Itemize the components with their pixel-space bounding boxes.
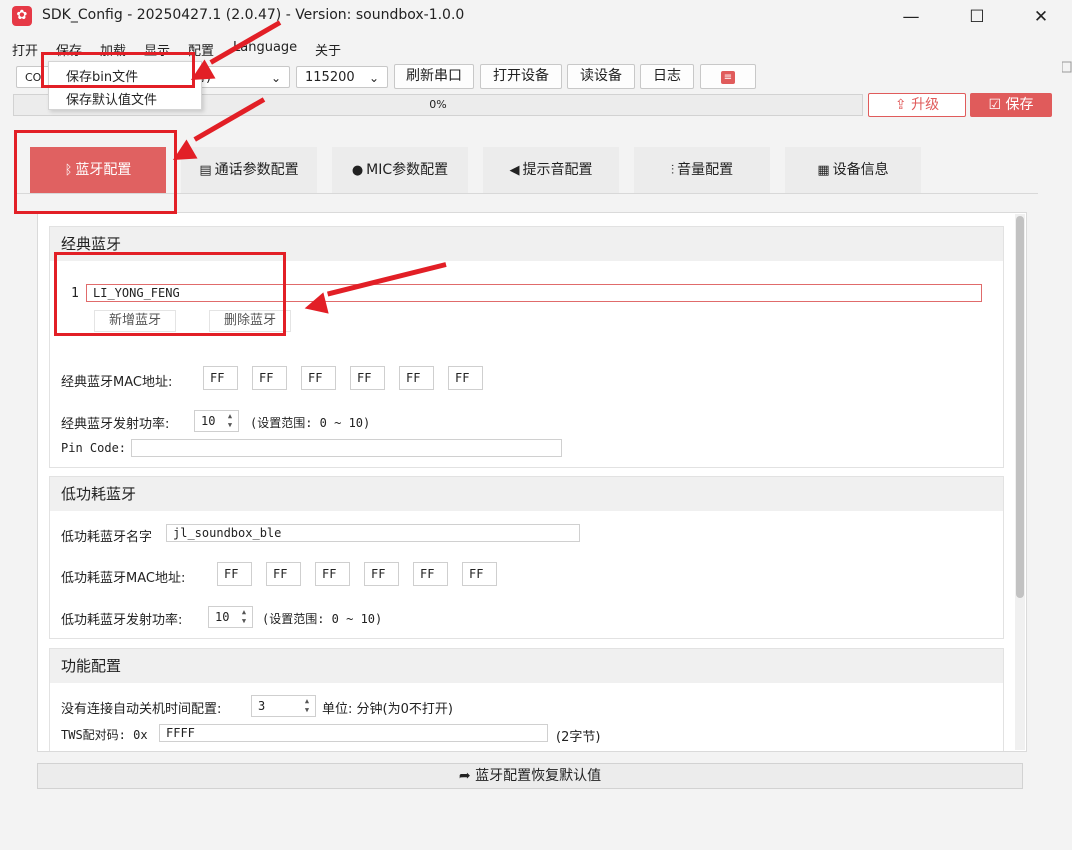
mic-icon: ● [351, 163, 364, 178]
ble-name-label: 低功耗蓝牙名字 [61, 530, 153, 545]
chevron-down-icon: ⌄ [368, 71, 379, 85]
refresh-port-button[interactable]: 刷新串口 [394, 64, 474, 89]
settings-button[interactable]: ≡ [700, 64, 756, 89]
window-title: SDK_Config - 20250427.1 (2.0.47) - Versi… [42, 7, 465, 23]
mac-byte-field[interactable]: FF [301, 366, 336, 390]
read-device-button[interactable]: 读设备 [567, 64, 635, 89]
menu-about[interactable]: 关于 [315, 40, 341, 59]
mac-byte-field[interactable]: FF [462, 562, 497, 586]
checkbox-icon: ☑ [988, 97, 1002, 113]
annotation-box-bt-name [54, 252, 286, 336]
auto-off-unit: 单位: 分钟(为0不打开) [322, 702, 453, 717]
mac-byte-field[interactable]: FF [203, 366, 238, 390]
window-edge-icon [1061, 61, 1072, 73]
tab-label: MIC参数配置 [366, 162, 449, 178]
restore-label: 蓝牙配置恢复默认值 [475, 768, 602, 784]
tab-label: 提示音配置 [522, 162, 593, 178]
maximize-button[interactable]: ☐ [954, 3, 1000, 31]
mac-byte-field[interactable]: FF [315, 562, 350, 586]
tab-call-params[interactable]: ▤ 通话参数配置 [181, 147, 317, 193]
restore-defaults-button[interactable]: ➦ 蓝牙配置恢复默认值 [37, 763, 1023, 789]
pin-code-input[interactable] [131, 439, 562, 457]
classic-mac-label: 经典蓝牙MAC地址: [61, 375, 173, 390]
upgrade-button[interactable]: ⇪ 升级 [868, 93, 966, 117]
group-title: 低功耗蓝牙 [50, 477, 1003, 511]
tws-hint: (2字节) [556, 730, 601, 745]
scrollbar-thumb[interactable] [1016, 216, 1024, 598]
classic-power-label: 经典蓝牙发射功率: [61, 417, 170, 432]
mac-byte-field[interactable]: FF [399, 366, 434, 390]
spin-arrows-icon[interactable]: ▲ ▼ [237, 608, 251, 626]
mac-byte-field[interactable]: FF [364, 562, 399, 586]
tab-volume[interactable]: ⫶ 音量配置 [634, 147, 770, 193]
save-label: 保存 [1005, 97, 1034, 113]
close-button[interactable]: ✕ [1018, 3, 1064, 31]
classic-power-spinbox[interactable]: 10 ▲ ▼ [194, 410, 239, 432]
menu-open[interactable]: 打开 [12, 40, 38, 59]
document-icon: ▦ [817, 163, 830, 178]
ble-power-range: (设置范围: 0 ~ 10) [262, 612, 383, 626]
app-icon: ✿ [12, 6, 32, 26]
classic-power-range: (设置范围: 0 ~ 10) [250, 416, 371, 430]
save-button[interactable]: ☑ 保存 [970, 93, 1052, 117]
mac-byte-field[interactable]: FF [413, 562, 448, 586]
upgrade-label: 升级 [911, 97, 940, 113]
minimize-button[interactable]: — [888, 3, 934, 31]
progress-label: 0% [429, 98, 447, 111]
ble-power-spinbox[interactable]: 10 ▲ ▼ [208, 606, 253, 628]
mac-byte-field[interactable]: FF [266, 562, 301, 586]
annotation-box-bt-tab [14, 130, 177, 214]
tws-code-input[interactable]: FFFF [159, 724, 548, 742]
mac-byte-field[interactable]: FF [217, 562, 252, 586]
auto-off-spinbox[interactable]: 3 ▲ ▼ [251, 695, 316, 717]
spin-value: 10 [215, 610, 230, 624]
port-prefix: CO [25, 71, 42, 84]
chevron-down-icon: ⌄ [270, 71, 281, 85]
waveform-icon: ⫶ [670, 163, 675, 178]
title-bar: ✿ SDK_Config - 20250427.1 (2.0.47) - Ver… [0, 0, 1072, 34]
mac-byte-field[interactable]: FF [350, 366, 385, 390]
tab-mic-params[interactable]: ● MIC参数配置 [332, 147, 468, 193]
log-button[interactable]: 日志 [640, 64, 694, 89]
open-device-button[interactable]: 打开设备 [480, 64, 562, 89]
mac-byte-field[interactable]: FF [252, 366, 287, 390]
pin-code-label: Pin Code: [61, 441, 127, 455]
mac-byte-field[interactable]: FF [448, 366, 483, 390]
right-edge-fragment [1061, 60, 1072, 90]
sliders-icon: ≡ [721, 71, 735, 84]
ble-mac-label: 低功耗蓝牙MAC地址: [61, 571, 186, 586]
baud-value: 115200 [305, 70, 355, 85]
tab-prompt-tone[interactable]: ◀ 提示音配置 [483, 147, 619, 193]
tab-device-info[interactable]: ▦ 设备信息 [785, 147, 921, 193]
spin-value: 10 [201, 414, 216, 428]
group-title: 功能配置 [50, 649, 1003, 683]
tab-label: 通话参数配置 [214, 162, 299, 178]
upload-icon: ⇪ [894, 97, 907, 113]
menu-save-default[interactable]: 保存默认值文件 [66, 89, 157, 108]
auto-off-label: 没有连接自动关机时间配置: [61, 702, 222, 717]
baud-select[interactable]: 115200 ⌄ [296, 66, 388, 88]
share-arrow-icon: ➦ [458, 768, 471, 784]
ble-group: 低功耗蓝牙 [49, 476, 1004, 639]
clipboard-icon: ▤ [199, 163, 212, 178]
tws-label: TWS配对码: 0x [61, 728, 148, 742]
spin-value: 3 [258, 699, 266, 713]
tab-label: 音量配置 [677, 162, 734, 178]
spin-arrows-icon[interactable]: ▲ ▼ [300, 697, 314, 715]
spin-arrows-icon[interactable]: ▲ ▼ [223, 412, 237, 430]
tab-label: 设备信息 [832, 162, 889, 178]
ble-power-label: 低功耗蓝牙发射功率: [61, 613, 183, 628]
annotation-box-save-bin [41, 52, 195, 88]
ble-name-input[interactable]: jl_soundbox_ble [166, 524, 580, 542]
speaker-icon: ◀ [509, 163, 520, 178]
